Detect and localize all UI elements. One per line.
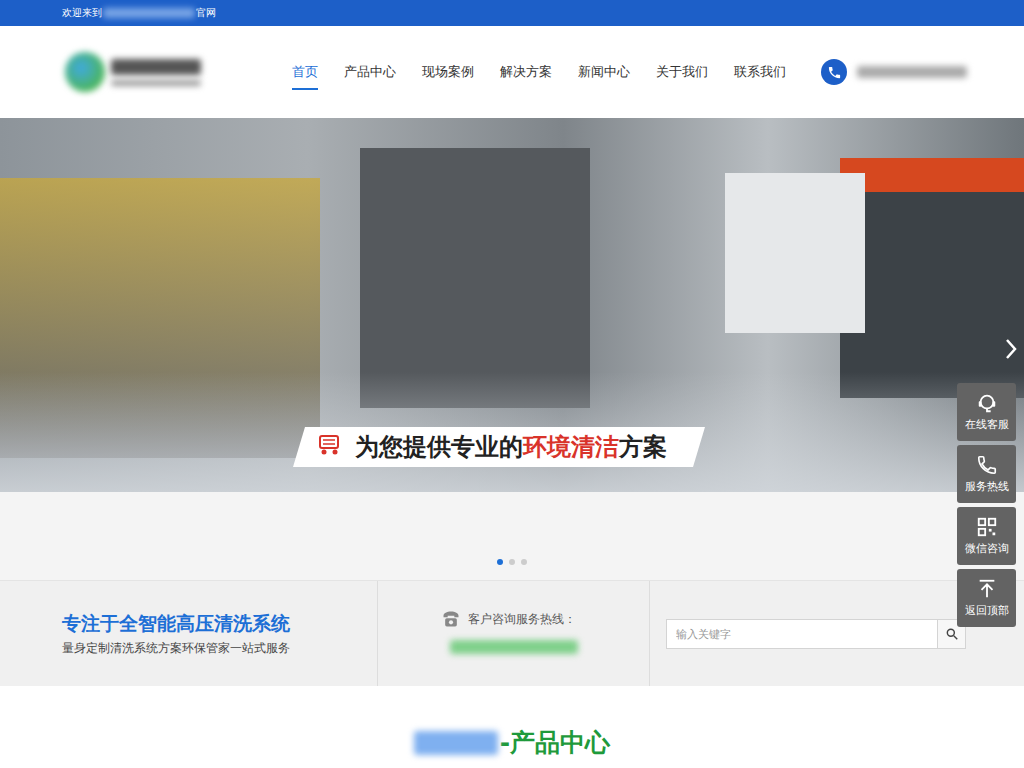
sidebar-button[interactable]: 在线客服 [957, 383, 1016, 441]
hotline-row: 客户咨询服务热线： [440, 609, 649, 629]
welcome-suffix: 官网 [196, 6, 216, 20]
slogan: 专注于全智能高压清洗系统量身定制清洗系统方案环保管家一站式服务 [0, 581, 378, 686]
top-bar: 欢迎来到 官网 [0, 0, 1024, 26]
telephone-icon [440, 609, 462, 629]
brand-name-blurred [414, 731, 498, 755]
nav-item[interactable]: 产品中心 [331, 52, 409, 92]
nav-item[interactable]: 新闻中心 [565, 52, 643, 92]
hotline-number-blurred [450, 640, 578, 654]
banner-vehicle [840, 158, 1024, 398]
logo-sub-blur [111, 80, 201, 86]
qrcode-icon [976, 516, 998, 538]
caption-box: 为您提供专业的环境清洁方案 [293, 427, 705, 467]
info-strip: 专注于全智能高压清洗系统量身定制清洗系统方案环保管家一站式服务 客户咨询服务热线： [0, 580, 1024, 686]
logo[interactable] [65, 52, 201, 92]
caption-part: 环境清洁 [523, 433, 619, 461]
slogan-subtitle: 量身定制清洗系统方案环保管家一站式服务 [62, 640, 377, 657]
search-input[interactable] [667, 620, 937, 648]
logo-text-blurred [111, 59, 201, 86]
banner-caption: 为您提供专业的环境清洁方案 [293, 427, 705, 467]
hotline: 客户咨询服务热线： [378, 581, 650, 686]
sidebar-label: 服务热线 [965, 480, 1009, 494]
sidebar-label: 在线客服 [965, 418, 1009, 432]
section-title: -产品中心 [500, 726, 610, 759]
caption-text: 为您提供专业的环境清洁方案 [355, 431, 667, 463]
arrow-up-icon [976, 578, 998, 600]
hotline-label: 客户咨询服务热线： [468, 611, 576, 628]
section-heading: -产品中心 [0, 686, 1024, 759]
magnifier-icon [945, 627, 959, 641]
nav-item[interactable]: 联系我们 [721, 52, 799, 92]
company-name-blurred [103, 8, 195, 18]
phone-icon [821, 59, 847, 85]
nav-item[interactable]: 现场案例 [409, 52, 487, 92]
truck-icon [317, 433, 343, 461]
slogan-title: 专注于全智能高压清洗系统 [62, 611, 377, 637]
sidebar-button[interactable]: 服务热线 [957, 445, 1016, 503]
header: 首页产品中心现场案例解决方案新闻中心关于我们联系我们 [0, 26, 1024, 118]
search-box [666, 619, 966, 649]
main-nav: 首页产品中心现场案例解决方案新闻中心关于我们联系我们 [279, 52, 799, 92]
phone-icon [976, 454, 998, 476]
sidebar-button[interactable]: 微信咨询 [957, 507, 1016, 565]
phone-number-blurred [857, 66, 967, 78]
caption-part: 为您提供专业的 [355, 433, 523, 461]
banner-next-arrow[interactable] [1004, 338, 1018, 364]
carousel-area [0, 492, 1024, 580]
sidebar-label: 返回顶部 [965, 604, 1009, 618]
headset-icon [976, 392, 998, 414]
nav-item[interactable]: 关于我们 [643, 52, 721, 92]
logo-title-blur [111, 59, 201, 75]
banner-trailer [725, 173, 865, 333]
caption-part: 方案 [619, 433, 667, 461]
carousel-dot[interactable] [521, 559, 527, 565]
nav-item[interactable]: 解决方案 [487, 52, 565, 92]
carousel-dot[interactable] [509, 559, 515, 565]
banner-machine-center [360, 148, 590, 408]
sidebar-button[interactable]: 返回顶部 [957, 569, 1016, 627]
floating-sidebar: 在线客服服务热线微信咨询返回顶部 [957, 383, 1016, 627]
carousel-dot[interactable] [497, 559, 503, 565]
welcome-text: 欢迎来到 [62, 6, 102, 20]
header-phone [821, 59, 967, 85]
logo-icon [65, 52, 105, 92]
nav-item[interactable]: 首页 [279, 52, 331, 92]
sidebar-label: 微信咨询 [965, 542, 1009, 556]
